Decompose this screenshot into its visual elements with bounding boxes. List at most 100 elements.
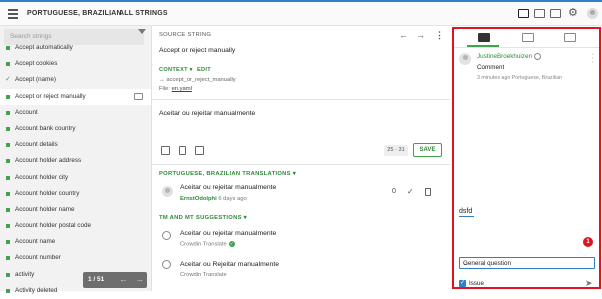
string-label: Accept (name): [15, 76, 56, 84]
breadcrumb-language[interactable]: PORTUGUESE, BRAZILIAN: [27, 10, 122, 17]
prev-string-icon[interactable]: ←: [399, 30, 408, 40]
translated-status-icon: [6, 159, 10, 164]
file-prefix: File:: [159, 86, 170, 92]
file-link[interactable]: en.yaml: [172, 86, 192, 92]
filter-icon[interactable]: [138, 29, 146, 34]
string-label: Account: [15, 108, 38, 116]
string-list-item[interactable]: Account details: [0, 137, 151, 153]
string-label: Account holder city: [15, 173, 69, 181]
string-list-item[interactable]: Account number: [0, 250, 151, 266]
comment-body: Comment: [477, 64, 505, 71]
translator-avatar: [162, 186, 173, 197]
string-list-item[interactable]: Account holder name: [0, 202, 151, 218]
string-label: Activity deleted: [15, 286, 58, 294]
clear-icon[interactable]: [179, 146, 186, 155]
send-icon[interactable]: ➤: [585, 278, 593, 289]
translated-status-icon: [6, 191, 10, 196]
translated-status-icon: [6, 272, 10, 277]
breadcrumb-separator: ›: [109, 9, 112, 18]
layout-side-by-side-icon[interactable]: [518, 9, 529, 18]
comment-more-icon[interactable]: · · ·: [592, 51, 594, 66]
translation-input[interactable]: Aceitar ou rejeitar manualmente: [159, 110, 255, 117]
string-label: Account name: [15, 238, 56, 246]
context-key: → accept_or_reject_manually: [159, 77, 236, 83]
search-placeholder: Search strings: [10, 33, 52, 40]
suggestion-source-name: Crowdin Translate: [180, 241, 227, 248]
more-icon[interactable]: ⋮: [435, 30, 444, 41]
chevron-down-icon: ⌄: [463, 261, 469, 267]
comment-author[interactable]: JustineBroekhuizen: [477, 53, 541, 60]
translation-time: 6 days ago: [218, 196, 247, 202]
string-label: Account holder name: [15, 205, 75, 213]
context-edit-link[interactable]: EDIT: [197, 67, 211, 73]
translations-title[interactable]: PORTUGUESE, BRAZILIAN TRANSLATIONS ▾: [159, 171, 296, 177]
context-file: File: en.yaml: [159, 86, 192, 92]
context-toggle[interactable]: CONTEXT ▾: [159, 67, 193, 73]
string-list-item[interactable]: Account holder postal code: [0, 218, 151, 234]
string-list-item[interactable]: Account bank country: [0, 121, 151, 137]
source-context-icon[interactable]: [522, 33, 534, 42]
comment-author-name[interactable]: JustineBroekhuizen: [477, 53, 532, 60]
copy-source-icon[interactable]: [161, 146, 170, 155]
string-list-item[interactable]: Account name: [0, 234, 151, 250]
comments-icon[interactable]: [478, 33, 490, 42]
delete-icon[interactable]: [425, 188, 431, 196]
keyboard-icon[interactable]: [550, 9, 561, 18]
history-icon[interactable]: [564, 33, 576, 42]
string-list-item[interactable]: Accept automatically: [0, 40, 151, 56]
translated-status-icon: [6, 62, 10, 67]
string-label: Account number: [15, 254, 61, 262]
string-list-item[interactable]: Account holder country: [0, 186, 151, 202]
transliterate-icon[interactable]: [195, 146, 204, 155]
user-avatar[interactable]: [587, 8, 598, 19]
notification-badge: 1: [583, 237, 593, 247]
char-counter: 25 · 31: [384, 145, 408, 156]
string-label: Account holder address: [15, 157, 82, 165]
divider: [454, 47, 599, 48]
layout-panel-icon[interactable]: [534, 9, 545, 18]
suggestions-title[interactable]: TM AND MT SUGGESTIONS ▾: [159, 215, 247, 221]
string-list: Accept automatically Accept cookies ✓ Accep…: [0, 40, 151, 299]
translated-status-icon: [6, 207, 10, 212]
string-list-item[interactable]: Accept or reject manually: [0, 88, 151, 105]
comments-panel: JustineBroekhuizen Comment 3 minutes ago…: [452, 27, 601, 289]
translated-status-icon: [6, 175, 10, 180]
string-label: Accept automatically: [15, 44, 73, 51]
string-label: Account details: [15, 141, 58, 149]
save-button[interactable]: SAVE: [413, 143, 442, 157]
comment-input[interactable]: dsfd: [459, 208, 475, 217]
translated-status-icon: [6, 143, 10, 148]
comment-avatar: [459, 53, 471, 65]
translated-status-icon: [6, 256, 10, 261]
translator-name[interactable]: ErnstOdolphi: [180, 196, 217, 202]
translation-text: Aceitar ou rejeitar manualmente: [180, 184, 277, 191]
string-list-item[interactable]: Account holder address: [0, 153, 151, 169]
prev-page-icon[interactable]: ←: [119, 274, 128, 284]
info-icon: [533, 53, 541, 60]
approve-icon[interactable]: ✓: [407, 187, 414, 196]
gear-icon[interactable]: ⚙: [568, 7, 578, 19]
verified-icon: ✓: [228, 241, 235, 247]
top-bar: PORTUGUESE, BRAZILIAN › ALL STRINGS ⚙: [0, 0, 602, 26]
next-page-icon[interactable]: →: [135, 274, 144, 284]
breadcrumb-section[interactable]: ALL STRINGS: [119, 10, 168, 17]
string-list-item[interactable]: Account holder city: [0, 170, 151, 186]
translated-status-icon: [6, 240, 10, 245]
string-list-item[interactable]: Account: [0, 105, 151, 121]
translated-status-icon: [6, 46, 10, 50]
string-list-item[interactable]: Accept cookies: [0, 56, 151, 72]
suggestion-source: Crowdin Translate: [180, 272, 227, 278]
editor-panel: SOURCE STRING ← → ⋮ Accept or reject man…: [152, 26, 450, 291]
issue-checkbox[interactable]: ✓: [459, 280, 466, 287]
string-label: Accept cookies: [15, 60, 58, 68]
comment-meta: 3 minutes ago Portuguese, Brazilian: [477, 75, 563, 81]
string-label: Account holder country: [15, 189, 80, 197]
string-list-item[interactable]: ✓ Accept (name): [0, 72, 151, 88]
machine-translation-icon: [162, 231, 171, 240]
suggestion-text[interactable]: Aceitar ou rejeitar manualmente: [180, 230, 276, 237]
next-string-icon[interactable]: →: [416, 30, 425, 40]
source-string-title: SOURCE STRING: [159, 32, 212, 38]
comment-type-select[interactable]: General question ⌄: [459, 257, 595, 269]
suggestion-text[interactable]: Aceitar ou Rejeitar manualmente: [180, 261, 279, 268]
menu-icon[interactable]: [8, 9, 18, 19]
